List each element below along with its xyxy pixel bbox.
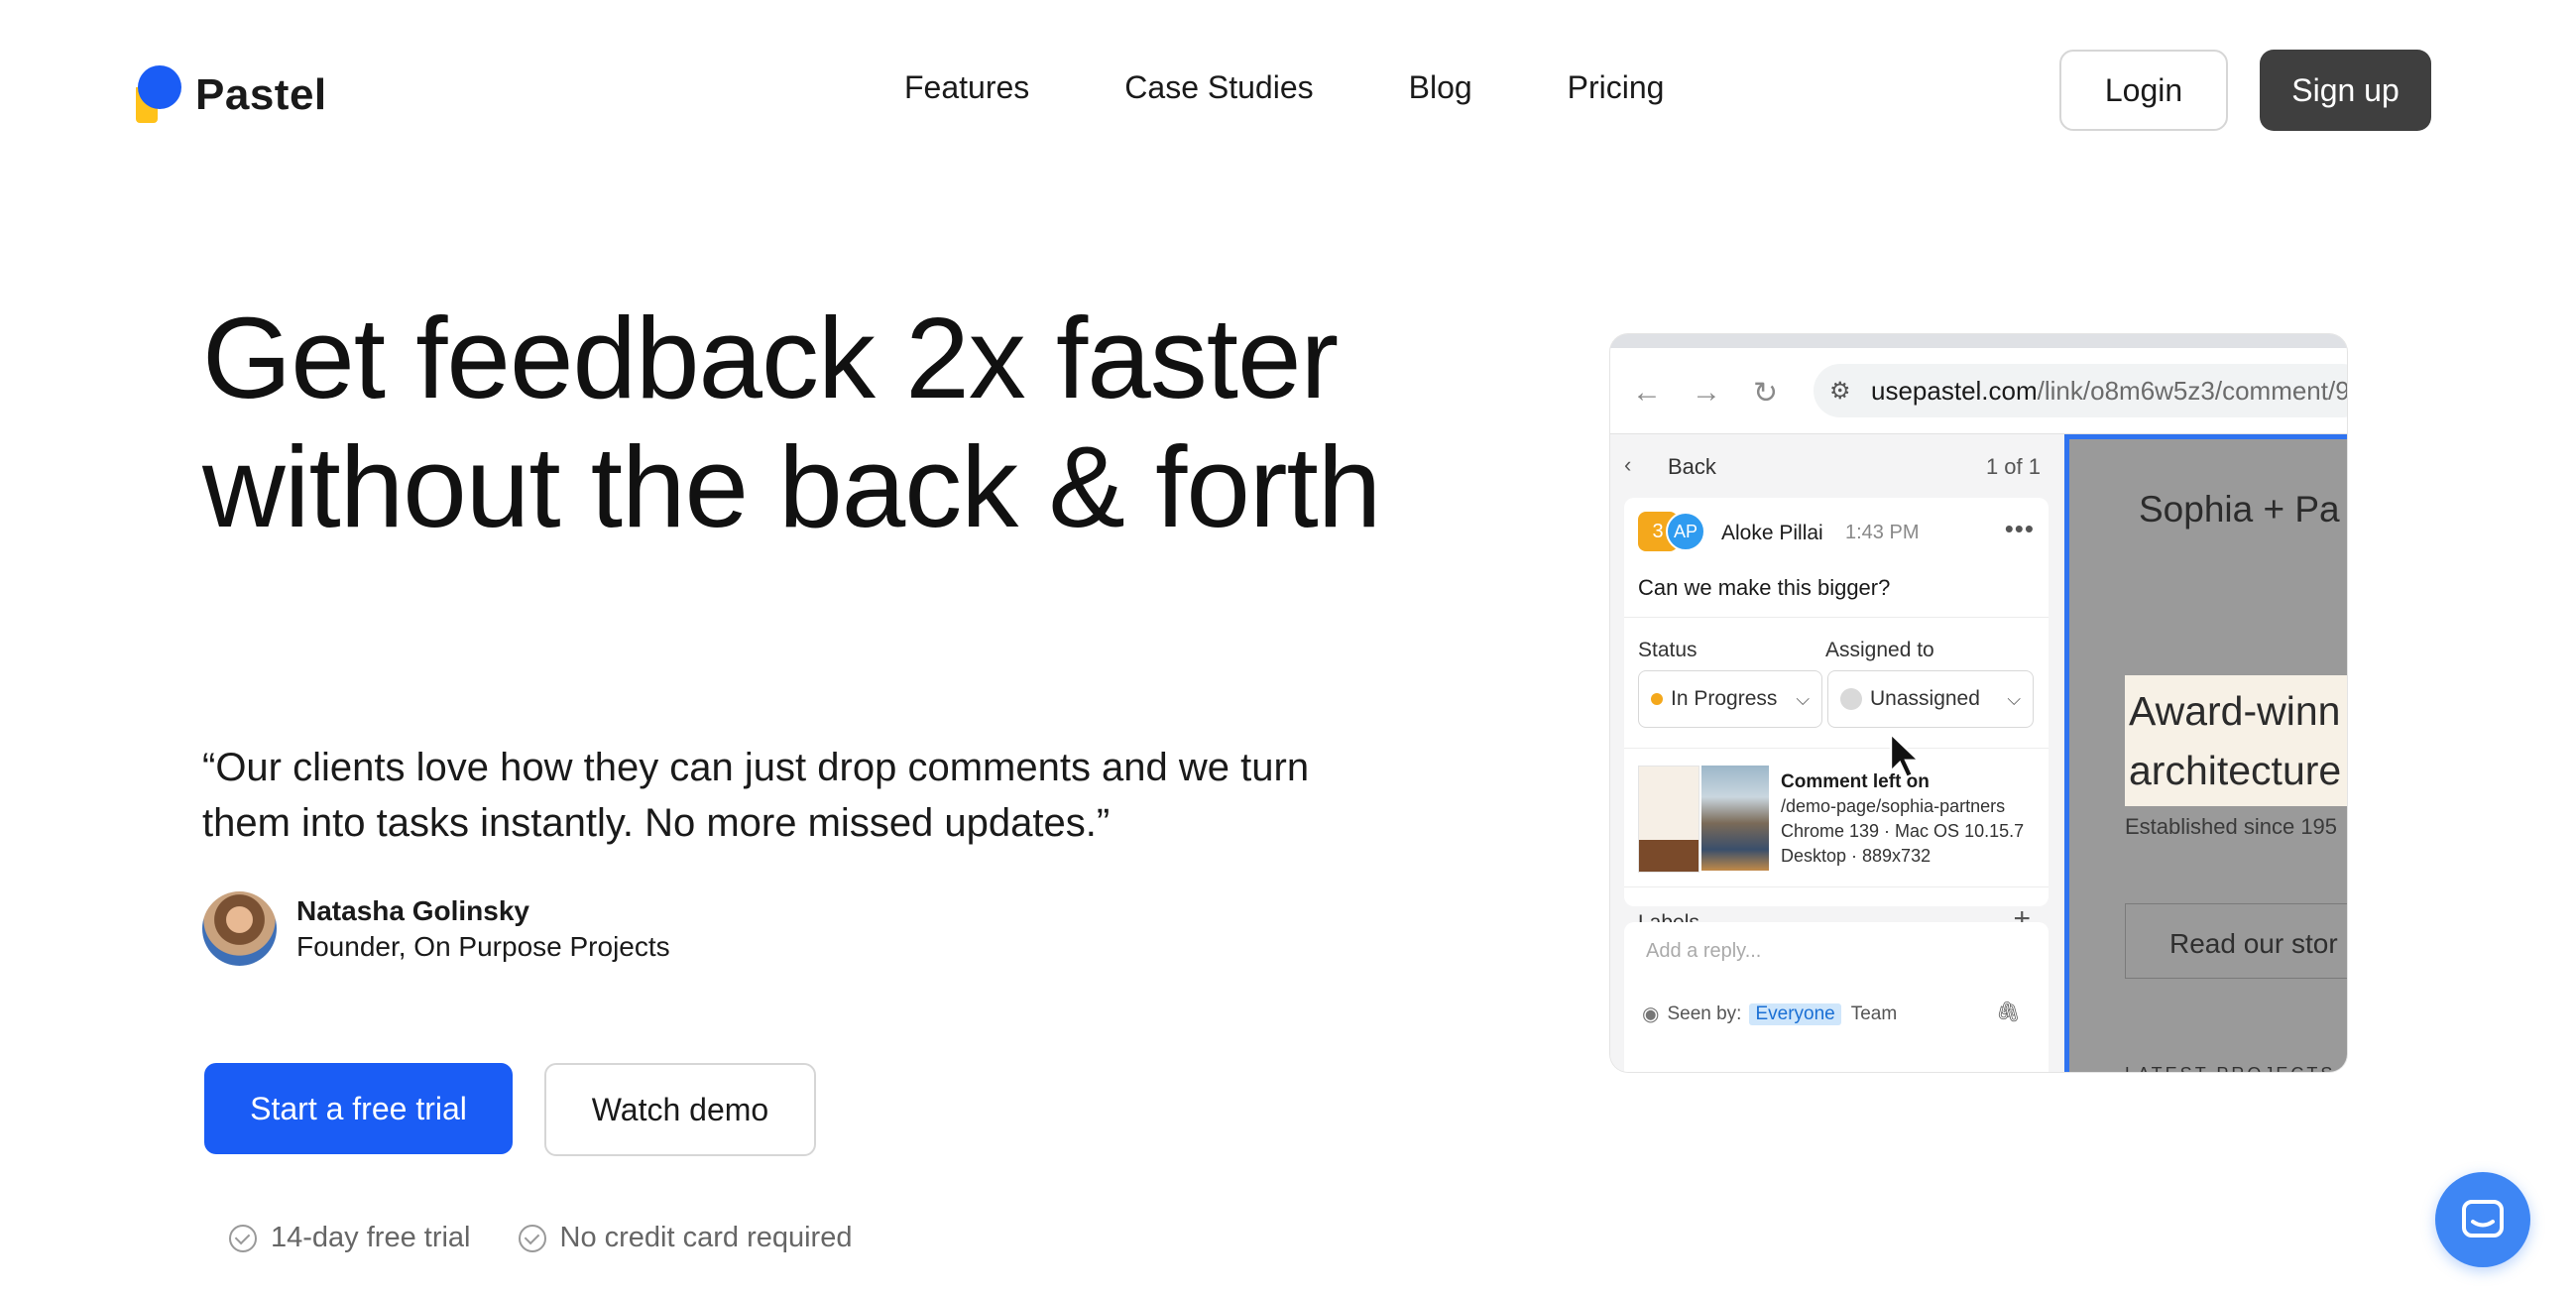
meta-page: /demo-page/sophia-partners — [1781, 796, 2006, 816]
reply-box: Add a reply... ◉ Seen by: Everyone Team … — [1624, 922, 2049, 1072]
comment-time: 1:43 PM — [1845, 522, 1920, 543]
pastel-logo-icon — [136, 65, 183, 125]
preview-established: Established since 195 — [2125, 814, 2338, 839]
commenter-name: Aloke Pillai — [1721, 522, 1823, 544]
arrow-right-icon: → — [1692, 376, 1721, 409]
status-label: Status — [1638, 639, 1698, 661]
logo[interactable]: Pastel — [136, 65, 327, 125]
signup-button[interactable]: Sign up — [2260, 50, 2431, 131]
more-options-icon: ••• — [2004, 514, 2035, 543]
nav-link-blog[interactable]: Blog — [1409, 69, 1472, 106]
avatar — [202, 891, 277, 966]
meta-browser: Chrome 139 · Mac OS 10.15.7 — [1781, 821, 2025, 841]
seen-team-chip: Team — [1850, 1002, 1898, 1024]
hero-headline: Get feedback 2x faster without the back … — [202, 294, 1381, 551]
nav-link-pricing[interactable]: Pricing — [1568, 69, 1665, 106]
preview-award-line1: Award-winn — [2129, 688, 2341, 734]
comment-card: 3 AP Aloke Pillai 1:43 PM ••• Can we mak… — [1624, 498, 2049, 935]
perk-label: 14-day free trial — [271, 1222, 471, 1253]
comment-text: Can we make this bigger? — [1638, 575, 1891, 600]
testimonial-author: Natasha Golinsky Founder, On Purpose Pro… — [202, 891, 670, 966]
perk-label: No credit card required — [559, 1222, 853, 1253]
assignee-value: Unassigned — [1870, 687, 1980, 710]
meta-device: Desktop · 889x732 — [1781, 846, 1932, 866]
preview-award-line2: architecture — [2129, 748, 2342, 793]
chevron-left-icon: ‹ — [1624, 452, 1632, 477]
user-avatar-initials: AP — [1666, 512, 1705, 551]
seen-by-label: Seen by: — [1667, 1002, 1742, 1024]
chevron-down-icon: ⌵ — [1796, 688, 1810, 709]
login-button[interactable]: Login — [2059, 50, 2228, 131]
back-row: ‹ Back 1 of 1 — [1624, 448, 2041, 488]
attachment-icon: 🖇 — [1995, 1002, 2021, 1023]
reply-placeholder: Add a reply... — [1646, 940, 1762, 962]
perk-item: 14-day free trial — [229, 1222, 471, 1254]
testimonial-quote: “Our clients love how they can just drop… — [202, 746, 1310, 845]
nav-link-case-studies[interactable]: Case Studies — [1124, 69, 1313, 106]
screenshot-thumbnail — [1701, 766, 1769, 871]
main-nav: Features Case Studies Blog Pricing — [904, 69, 1759, 106]
chevron-down-icon: ⌵ — [2007, 688, 2021, 709]
brand-name: Pastel — [195, 70, 327, 119]
seen-everyone-chip: Everyone — [1749, 1002, 1841, 1025]
preview-title: Sophia + Pa — [2139, 489, 2340, 530]
eye-icon: ◉ — [1642, 1003, 1660, 1025]
website-preview: Sophia + Pa Award-winn architecture Esta… — [2064, 434, 2347, 1072]
watch-demo-button[interactable]: Watch demo — [544, 1063, 816, 1156]
preview-read-button: Read our stor — [2125, 903, 2347, 979]
arrow-left-icon: ← — [1632, 376, 1662, 409]
url-host: usepastel.com — [1871, 376, 2038, 406]
status-select: In Progress ⌵ — [1638, 670, 1822, 728]
page-thumbnail — [1638, 766, 1699, 873]
perks-list: 14-day free trial No credit card require… — [229, 1222, 899, 1254]
empty-avatar-icon — [1840, 688, 1862, 710]
product-screenshot: ← → ↻ ⚙ usepastel.com/link/o8m6w5z3/comm… — [1610, 334, 2347, 1072]
status-dot-icon — [1651, 693, 1663, 705]
site-settings-icon: ⚙ — [1829, 378, 1851, 405]
nav-link-features[interactable]: Features — [904, 69, 1029, 106]
preview-latest: LATEST PROJECTS — [2125, 1064, 2335, 1072]
pagination-count: 1 of 1 — [1985, 454, 2041, 479]
start-free-trial-button[interactable]: Start a free trial — [204, 1063, 513, 1154]
check-circle-icon — [518, 1224, 546, 1252]
url-path: /link/o8m6w5z3/comment/9 — [2037, 376, 2347, 406]
assignee-select: Unassigned ⌵ — [1827, 670, 2034, 728]
check-circle-icon — [229, 1224, 257, 1252]
preview-highlight: Award-winn architecture — [2125, 675, 2347, 806]
chat-launcher-button[interactable] — [2435, 1172, 2530, 1267]
assigned-label: Assigned to — [1825, 639, 1934, 661]
browser-toolbar: ← → ↻ ⚙ usepastel.com/link/o8m6w5z3/comm… — [1610, 348, 2347, 434]
status-value: In Progress — [1671, 687, 1778, 710]
reload-icon: ↻ — [1753, 377, 1779, 410]
chat-bubble-icon — [2462, 1200, 2504, 1238]
browser-tabstrip — [1610, 334, 2347, 348]
comment-meta: Comment left on /demo-page/sophia-partne… — [1781, 769, 2024, 869]
address-bar: ⚙ usepastel.com/link/o8m6w5z3/comment/9 — [1814, 364, 2347, 417]
comment-panel: ‹ Back 1 of 1 3 AP Aloke Pillai 1:43 PM … — [1610, 434, 2064, 1072]
back-label: Back — [1668, 454, 1716, 479]
perk-item: No credit card required — [518, 1222, 853, 1254]
author-name: Natasha Golinsky — [296, 894, 529, 926]
author-role: Founder, On Purpose Projects — [296, 930, 670, 962]
mouse-cursor-icon — [1889, 732, 1922, 779]
seen-by-row: ◉ Seen by: Everyone Team — [1642, 1002, 1897, 1026]
